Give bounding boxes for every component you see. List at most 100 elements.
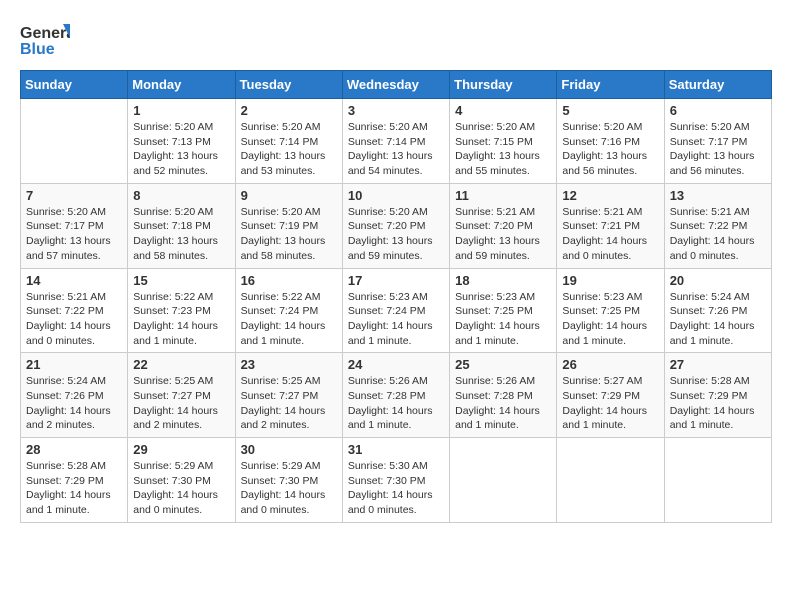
day-number: 7: [26, 188, 122, 203]
calendar-week-row: 28 Sunrise: 5:28 AMSunset: 7:29 PMDayligh…: [21, 438, 772, 523]
cell-content: Sunrise: 5:23 AMSunset: 7:25 PMDaylight:…: [562, 290, 658, 349]
calendar-header-row: SundayMondayTuesdayWednesdayThursdayFrid…: [21, 71, 772, 99]
cell-content: Sunrise: 5:20 AMSunset: 7:18 PMDaylight:…: [133, 205, 229, 264]
calendar-cell: 2 Sunrise: 5:20 AMSunset: 7:14 PMDaylight…: [235, 99, 342, 184]
calendar-cell: 19 Sunrise: 5:23 AMSunset: 7:25 PMDayligh…: [557, 268, 664, 353]
calendar-cell: 1 Sunrise: 5:20 AMSunset: 7:13 PMDaylight…: [128, 99, 235, 184]
header: GeneralBlue: [20, 20, 772, 60]
day-number: 14: [26, 273, 122, 288]
calendar-cell: 4Sunrise: 5:20 AMSunset: 7:15 PMDaylight…: [450, 99, 557, 184]
calendar-cell: 15 Sunrise: 5:22 AMSunset: 7:23 PMDayligh…: [128, 268, 235, 353]
calendar-cell: 24 Sunrise: 5:26 AMSunset: 7:28 PMDayligh…: [342, 353, 449, 438]
calendar-cell: [557, 438, 664, 523]
calendar-cell: 11 Sunrise: 5:21 AMSunset: 7:20 PMDayligh…: [450, 183, 557, 268]
calendar-cell: 7 Sunrise: 5:20 AMSunset: 7:17 PMDaylight…: [21, 183, 128, 268]
weekday-header: Wednesday: [342, 71, 449, 99]
calendar-cell: 10 Sunrise: 5:20 AMSunset: 7:20 PMDayligh…: [342, 183, 449, 268]
calendar-cell: [450, 438, 557, 523]
cell-content: Sunrise: 5:23 AMSunset: 7:24 PMDaylight:…: [348, 290, 444, 349]
calendar-table: SundayMondayTuesdayWednesdayThursdayFrid…: [20, 70, 772, 523]
cell-content: Sunrise: 5:20 AMSunset: 7:14 PMDaylight:…: [241, 120, 337, 179]
cell-content: Sunrise: 5:28 AMSunset: 7:29 PMDaylight:…: [26, 459, 122, 518]
calendar-cell: 21 Sunrise: 5:24 AMSunset: 7:26 PMDayligh…: [21, 353, 128, 438]
calendar-cell: 6Sunrise: 5:20 AMSunset: 7:17 PMDaylight…: [664, 99, 771, 184]
calendar-week-row: 21 Sunrise: 5:24 AMSunset: 7:26 PMDayligh…: [21, 353, 772, 438]
day-number: 16: [241, 273, 337, 288]
cell-content: Sunrise: 5:26 AMSunset: 7:28 PMDaylight:…: [348, 374, 444, 433]
day-number: 21: [26, 357, 122, 372]
cell-content: Sunrise: 5:22 AMSunset: 7:23 PMDaylight:…: [133, 290, 229, 349]
calendar-cell: 28 Sunrise: 5:28 AMSunset: 7:29 PMDayligh…: [21, 438, 128, 523]
cell-content: Sunrise: 5:21 AMSunset: 7:20 PMDaylight:…: [455, 205, 551, 264]
calendar-cell: 20 Sunrise: 5:24 AMSunset: 7:26 PMDayligh…: [664, 268, 771, 353]
day-number: 17: [348, 273, 444, 288]
cell-content: Sunrise: 5:29 AMSunset: 7:30 PMDaylight:…: [241, 459, 337, 518]
cell-content: Sunrise: 5:26 AMSunset: 7:28 PMDaylight:…: [455, 374, 551, 433]
day-number: 8: [133, 188, 229, 203]
weekday-header: Saturday: [664, 71, 771, 99]
calendar-cell: 26Sunrise: 5:27 AMSunset: 7:29 PMDayligh…: [557, 353, 664, 438]
calendar-cell: 12Sunrise: 5:21 AMSunset: 7:21 PMDayligh…: [557, 183, 664, 268]
day-number: 13: [670, 188, 766, 203]
cell-content: Sunrise: 5:29 AMSunset: 7:30 PMDaylight:…: [133, 459, 229, 518]
calendar-cell: 8 Sunrise: 5:20 AMSunset: 7:18 PMDaylight…: [128, 183, 235, 268]
calendar-cell: 13 Sunrise: 5:21 AMSunset: 7:22 PMDayligh…: [664, 183, 771, 268]
day-number: 25: [455, 357, 551, 372]
day-number: 18: [455, 273, 551, 288]
calendar-week-row: 14 Sunrise: 5:21 AMSunset: 7:22 PMDayligh…: [21, 268, 772, 353]
day-number: 29: [133, 442, 229, 457]
day-number: 22: [133, 357, 229, 372]
calendar-cell: 31 Sunrise: 5:30 AMSunset: 7:30 PMDayligh…: [342, 438, 449, 523]
calendar-cell: 27Sunrise: 5:28 AMSunset: 7:29 PMDayligh…: [664, 353, 771, 438]
day-number: 19: [562, 273, 658, 288]
day-number: 28: [26, 442, 122, 457]
weekday-header: Thursday: [450, 71, 557, 99]
cell-content: Sunrise: 5:24 AMSunset: 7:26 PMDaylight:…: [670, 290, 766, 349]
calendar-cell: 14 Sunrise: 5:21 AMSunset: 7:22 PMDayligh…: [21, 268, 128, 353]
calendar-cell: 16Sunrise: 5:22 AMSunset: 7:24 PMDayligh…: [235, 268, 342, 353]
day-number: 24: [348, 357, 444, 372]
day-number: 20: [670, 273, 766, 288]
cell-content: Sunrise: 5:20 AMSunset: 7:20 PMDaylight:…: [348, 205, 444, 264]
calendar-cell: 9Sunrise: 5:20 AMSunset: 7:19 PMDaylight…: [235, 183, 342, 268]
calendar-cell: 23Sunrise: 5:25 AMSunset: 7:27 PMDayligh…: [235, 353, 342, 438]
calendar-cell: [21, 99, 128, 184]
cell-content: Sunrise: 5:21 AMSunset: 7:22 PMDaylight:…: [670, 205, 766, 264]
calendar-cell: 18Sunrise: 5:23 AMSunset: 7:25 PMDayligh…: [450, 268, 557, 353]
cell-content: Sunrise: 5:20 AMSunset: 7:13 PMDaylight:…: [133, 120, 229, 179]
day-number: 11: [455, 188, 551, 203]
cell-content: Sunrise: 5:24 AMSunset: 7:26 PMDaylight:…: [26, 374, 122, 433]
svg-text:Blue: Blue: [20, 41, 55, 58]
day-number: 31: [348, 442, 444, 457]
day-number: 3: [348, 103, 444, 118]
logo-svg: GeneralBlue: [20, 20, 70, 60]
cell-content: Sunrise: 5:20 AMSunset: 7:17 PMDaylight:…: [26, 205, 122, 264]
cell-content: Sunrise: 5:27 AMSunset: 7:29 PMDaylight:…: [562, 374, 658, 433]
day-number: 10: [348, 188, 444, 203]
day-number: 23: [241, 357, 337, 372]
cell-content: Sunrise: 5:30 AMSunset: 7:30 PMDaylight:…: [348, 459, 444, 518]
cell-content: Sunrise: 5:20 AMSunset: 7:19 PMDaylight:…: [241, 205, 337, 264]
weekday-header: Friday: [557, 71, 664, 99]
cell-content: Sunrise: 5:20 AMSunset: 7:15 PMDaylight:…: [455, 120, 551, 179]
calendar-cell: 5Sunrise: 5:20 AMSunset: 7:16 PMDaylight…: [557, 99, 664, 184]
day-number: 15: [133, 273, 229, 288]
cell-content: Sunrise: 5:21 AMSunset: 7:22 PMDaylight:…: [26, 290, 122, 349]
cell-content: Sunrise: 5:25 AMSunset: 7:27 PMDaylight:…: [133, 374, 229, 433]
weekday-header: Monday: [128, 71, 235, 99]
calendar-cell: 30 Sunrise: 5:29 AMSunset: 7:30 PMDayligh…: [235, 438, 342, 523]
day-number: 30: [241, 442, 337, 457]
calendar-cell: 25 Sunrise: 5:26 AMSunset: 7:28 PMDayligh…: [450, 353, 557, 438]
weekday-header: Sunday: [21, 71, 128, 99]
calendar-cell: 3Sunrise: 5:20 AMSunset: 7:14 PMDaylight…: [342, 99, 449, 184]
day-number: 12: [562, 188, 658, 203]
calendar-week-row: 1 Sunrise: 5:20 AMSunset: 7:13 PMDaylight…: [21, 99, 772, 184]
weekday-header: Tuesday: [235, 71, 342, 99]
logo: GeneralBlue: [20, 20, 70, 60]
day-number: 6: [670, 103, 766, 118]
page-container: GeneralBlue SundayMondayTuesdayWednesday…: [20, 20, 772, 523]
day-number: 1: [133, 103, 229, 118]
cell-content: Sunrise: 5:20 AMSunset: 7:16 PMDaylight:…: [562, 120, 658, 179]
day-number: 2: [241, 103, 337, 118]
day-number: 27: [670, 357, 766, 372]
